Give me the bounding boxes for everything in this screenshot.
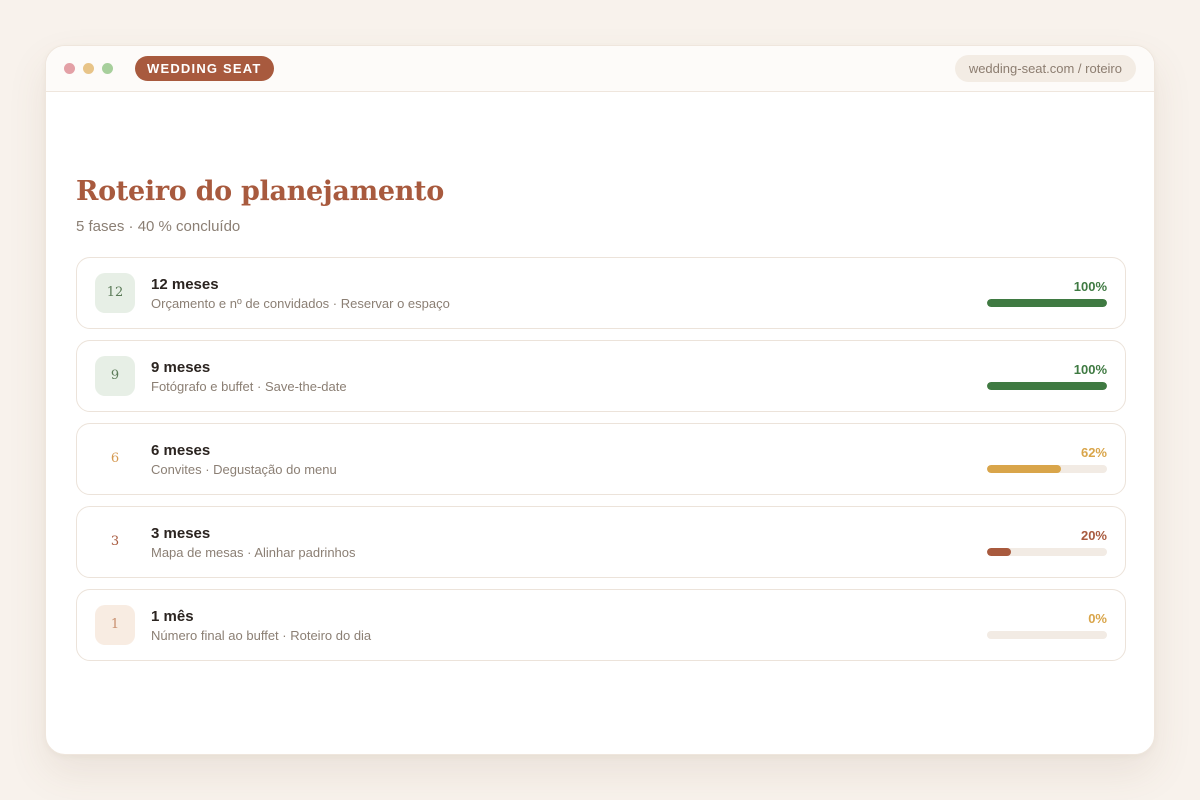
phase-percent: 100% [1073,279,1107,294]
phase-badge: 9 [95,356,135,396]
progress-fill [987,548,1011,556]
phase-percent: 0% [1088,611,1107,626]
title-bar: WEDDING SEAT wedding-seat.com / roteiro [46,46,1154,92]
maximize-window-button[interactable] [102,63,113,74]
phase-name: 3 meses [151,525,211,542]
phase-card[interactable]: 9 9 meses Fotógrafo e buffet · Save-the-… [76,340,1126,412]
phase-card[interactable]: 3 3 meses Mapa de mesas · Alinhar padrin… [76,506,1126,578]
phase-badge: 6 [110,451,120,466]
minimize-window-button[interactable] [83,63,94,74]
phase-percent: 62% [1080,445,1107,460]
close-window-button[interactable] [64,63,75,74]
phase-name: 6 meses [151,442,211,459]
phase-tasks: Convites · Degustação do menu [151,462,337,477]
brand-logo[interactable]: WEDDING SEAT [135,56,274,81]
phase-percent: 100% [1073,362,1107,377]
progress-track [987,548,1107,556]
app-window: WEDDING SEAT wedding-seat.com / roteiro … [45,45,1155,755]
phase-name: 12 meses [151,276,219,293]
phase-name: 1 mês [151,608,194,625]
progress-track [987,631,1107,639]
phase-tasks: Fotógrafo e buffet · Save-the-date [151,379,347,394]
progress-track [987,465,1107,473]
phase-card[interactable]: 12 12 meses Orçamento e nº de convidados… [76,257,1126,329]
phase-tasks: Mapa de mesas · Alinhar padrinhos [151,545,356,560]
progress-fill [987,382,1107,390]
phase-badge: 3 [110,534,120,549]
phase-card[interactable]: 1 1 mês Número final ao buffet · Roteiro… [76,589,1126,661]
page-subtitle: 5 fases · 40 % concluído [76,218,241,235]
phase-card[interactable]: 6 6 meses Convites · Degustação do menu … [76,423,1126,495]
progress-fill [987,465,1062,473]
progress-fill [987,299,1107,307]
phase-badge: 12 [95,273,135,313]
phase-tasks: Orçamento e nº de convidados · Reservar … [151,296,450,311]
progress-track [987,382,1107,390]
phase-name: 9 meses [151,359,211,376]
progress-track [987,299,1107,307]
url-bar[interactable]: wedding-seat.com / roteiro [954,55,1136,82]
page-title: Roteiro do planejamento [76,176,444,207]
phase-badge: 1 [95,605,135,645]
phase-percent: 20% [1080,528,1107,543]
phase-tasks: Número final ao buffet · Roteiro do dia [151,628,372,643]
